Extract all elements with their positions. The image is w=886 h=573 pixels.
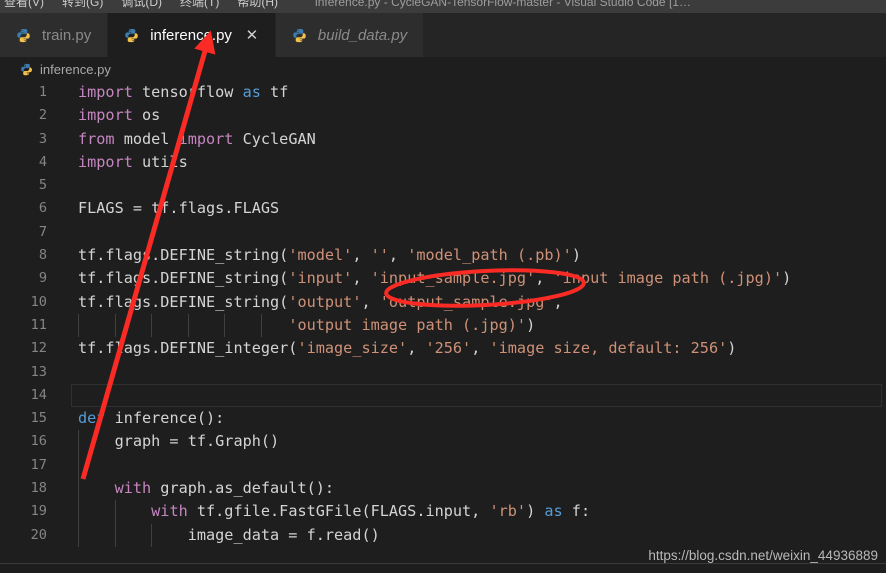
line-number: 2 [38,107,47,124]
tab-label: inference.py [150,26,232,44]
code-line[interactable]: 7 [0,221,886,244]
code-line[interactable]: 20 image_data = f.read() [0,523,886,547]
code-line[interactable]: 4 import utils [0,151,886,174]
code-text: tf.flags.DEFINE_string('model', '', 'mod… [78,246,581,265]
code-editor[interactable]: 1 import tensorflow as tf 2 import os 3 from … [0,81,886,573]
menu-item-terminal[interactable]: 终端(T) [180,0,219,13]
python-file-icon [16,28,31,43]
code-text: from model import CycleGAN [78,129,316,148]
line-number: 14 [30,386,47,403]
line-number: 13 [30,363,47,380]
menu-item-help[interactable]: 帮助(H) [237,0,278,13]
line-number: 19 [30,503,47,520]
bottom-divider [0,563,886,564]
indent-guide [78,453,79,478]
watermark-url: https://blog.csdn.net/weixin_44936889 [648,548,878,563]
python-file-icon [292,28,307,43]
line-number: 3 [38,130,47,147]
line-number: 17 [30,456,47,473]
code-text: import os [78,106,161,125]
code-line[interactable]: 12 tf.flags.DEFINE_integer('image_size', … [0,337,886,360]
tab-inference-py[interactable]: inference.py ✕ [108,13,276,57]
tab-build-data-py[interactable]: build_data.py [275,13,425,57]
code-line[interactable]: 10 tf.flags.DEFINE_string('output', 'outp… [0,291,886,314]
python-file-icon [124,28,139,43]
tab-train-py[interactable]: train.py [0,13,109,57]
code-text: def inference(): [78,409,225,428]
editor-tab-bar: train.py inference.py ✕ build_data.py [0,13,886,57]
code-text: tf.flags.DEFINE_string('output', 'output… [78,292,563,311]
menu-item-goto[interactable]: 转到(G) [62,0,103,13]
code-line[interactable]: 1 import tensorflow as tf [0,81,886,104]
menu-bar[interactable]: 查看(V) 转到(G) 调试(D) 终端(T) 帮助(H) [0,0,278,13]
line-number: 12 [30,340,47,357]
code-line[interactable]: 6 FLAGS = tf.flags.FLAGS [0,197,886,220]
line-number: 20 [30,526,47,543]
code-line[interactable]: 9 tf.flags.DEFINE_string('input', 'input_… [0,267,886,290]
line-number: 16 [30,433,47,450]
line-number: 9 [38,270,47,287]
tab-label: build_data.py [317,26,408,44]
code-text: tf.flags.DEFINE_string('input', 'input_s… [78,269,792,288]
vscode-window: 查看(V) 转到(G) 调试(D) 终端(T) 帮助(H) inference.… [0,0,886,573]
menu-item-view[interactable]: 查看(V) [4,0,44,13]
breadcrumb-label[interactable]: inference.py [40,62,111,77]
breadcrumb[interactable]: inference.py [0,57,886,81]
code-line[interactable]: 13 [0,361,886,384]
code-line[interactable]: 5 [0,174,886,197]
line-number: 5 [38,177,47,194]
line-number: 4 [38,153,47,170]
line-number: 7 [38,223,47,240]
line-number: 15 [30,410,47,427]
tab-label: train.py [42,26,92,44]
code-text: image_data = f.read() [78,525,380,544]
line-number: 18 [30,480,47,497]
code-line[interactable]: 15 def inference(): [0,407,886,430]
title-bar: 查看(V) 转到(G) 调试(D) 终端(T) 帮助(H) inference.… [0,0,886,13]
close-icon[interactable]: ✕ [245,28,259,43]
code-text: graph = tf.Graph() [78,432,280,451]
menu-item-debug[interactable]: 调试(D) [121,0,162,13]
code-text: 'output image path (.jpg)') [288,315,536,334]
code-text: with graph.as_default(): [114,479,335,498]
code-line[interactable]: 17 [0,453,886,478]
code-line[interactable]: 16 graph = tf.Graph() [0,430,886,454]
code-line[interactable]: 3 from model import CycleGAN [0,128,886,151]
code-text: FLAGS = tf.flags.FLAGS [78,199,280,218]
code-line[interactable]: 18 with graph.as_default(): [0,477,886,501]
code-line[interactable]: 8 tf.flags.DEFINE_string('model', '', 'mo… [0,244,886,267]
code-line[interactable]: 19 with tf.gfile.FastGFile(FLAGS.input, … [0,500,886,524]
line-number: 6 [38,200,47,217]
code-line[interactable]: 2 import os [0,104,886,127]
code-line[interactable]: 14 [0,383,886,408]
code-text: import utils [78,152,188,171]
tab-bar-empty-space [424,13,886,57]
line-number: 11 [30,316,47,333]
code-text: import tensorflow as tf [78,83,289,101]
code-text: with tf.gfile.FastGFile(FLAGS.input, 'rb… [151,502,591,521]
python-file-icon [20,63,33,76]
code-text: tf.flags.DEFINE_integer('image_size', '2… [78,339,737,358]
line-number: 10 [30,293,47,310]
line-number: 1 [38,84,47,100]
line-number: 8 [38,247,47,264]
code-line[interactable]: 11 'output image path (.jpg)') [0,313,886,338]
